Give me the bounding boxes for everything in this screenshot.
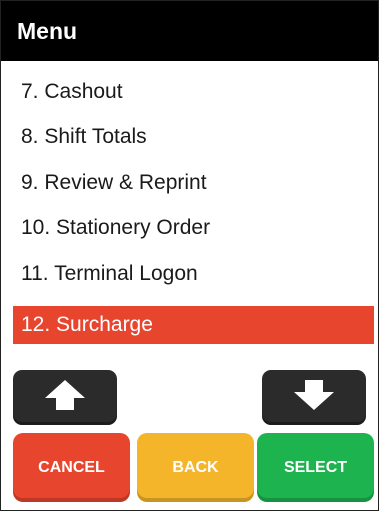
cancel-button[interactable]: CANCEL (13, 433, 130, 502)
scroll-up-button[interactable] (13, 370, 117, 425)
menu-item-label: 11. Terminal Logon (21, 262, 198, 285)
back-button-label: BACK (172, 458, 219, 476)
menu-item-shift-totals[interactable]: 8. Shift Totals (13, 118, 374, 156)
menu-item-label: 10. Stationery Order (21, 216, 211, 239)
menu-item-terminal-logon[interactable]: 11. Terminal Logon (13, 255, 374, 293)
terminal-screen: Menu 7. Cashout 8. Shift Totals 9. Revie… (0, 0, 379, 511)
page-title-bar: Menu (1, 1, 378, 61)
select-button-label: SELECT (283, 458, 348, 476)
menu-item-stationery-order[interactable]: 10. Stationery Order (13, 209, 374, 247)
menu-item-review-reprint[interactable]: 9. Review & Reprint (13, 164, 374, 202)
menu-item-label: 8. Shift Totals (21, 125, 147, 148)
select-button[interactable]: SELECT (257, 433, 374, 502)
menu-item-label: 7. Cashout (21, 80, 123, 103)
scroll-down-button[interactable] (262, 370, 366, 425)
menu-item-surcharge[interactable]: 12. Surcharge (13, 306, 374, 344)
menu-item-label: 9. Review & Reprint (21, 171, 207, 194)
arrow-up-icon (43, 378, 87, 417)
menu-item-cashout[interactable]: 7. Cashout (13, 73, 374, 111)
cancel-button-label: CANCEL (38, 458, 105, 476)
menu-item-label: 12. Surcharge (21, 313, 153, 336)
arrow-down-icon (292, 378, 336, 417)
back-button[interactable]: BACK (137, 433, 254, 502)
page-title: Menu (17, 17, 78, 44)
